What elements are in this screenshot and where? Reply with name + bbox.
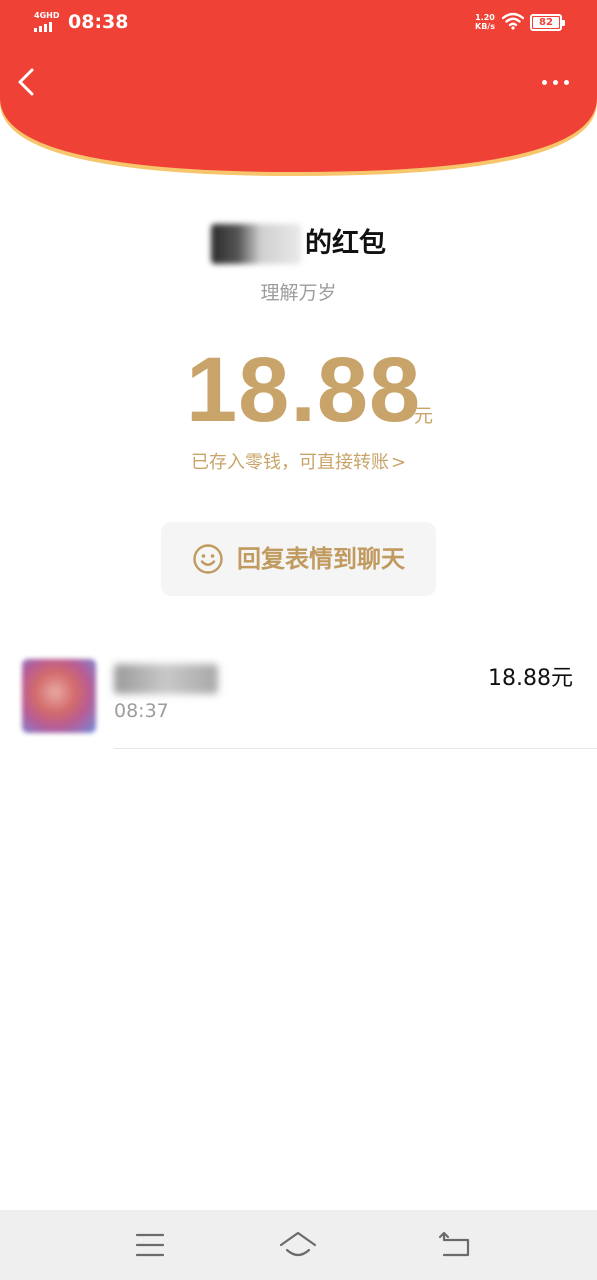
- chevron-left-icon: [18, 68, 34, 96]
- sender-row: 的红包: [0, 222, 597, 266]
- avatar: [22, 659, 96, 733]
- system-nav-bar: [0, 1210, 597, 1280]
- amount-value: 18.88: [186, 339, 422, 441]
- network-type: 4GHD: [34, 11, 60, 20]
- receiver-name-blurred: [114, 664, 218, 694]
- wifi-icon: [501, 12, 525, 30]
- record-amount: 18.88元: [488, 666, 573, 691]
- battery-level: 82: [533, 17, 559, 28]
- home-icon: [279, 1231, 317, 1257]
- wallet-note: 已存入零钱，可直接转账: [190, 452, 389, 473]
- list-item[interactable]: 08:37 18.88元: [0, 650, 597, 750]
- back-nav-button[interactable]: [436, 1228, 476, 1262]
- sender-avatar-blurred: [211, 224, 301, 264]
- signal-icon: 4GHD: [34, 11, 62, 32]
- more-dots-icon: [542, 80, 547, 85]
- back-button[interactable]: [10, 60, 46, 104]
- status-time: 08:38: [68, 11, 129, 33]
- greeting-message: 理解万岁: [260, 282, 337, 304]
- reply-sticker-label: 回复表情到聊天: [237, 545, 405, 573]
- network-speed: 1.20 KB/s: [472, 13, 498, 31]
- amount-row: 18.88 元: [0, 340, 597, 440]
- status-bar: 4GHD 08:38 1.20 KB/s 82: [0, 0, 597, 44]
- speed-unit: KB/s: [475, 22, 495, 31]
- return-icon: [438, 1231, 470, 1257]
- chevron-right-icon: >: [390, 452, 407, 473]
- battery-icon: 82: [530, 14, 565, 31]
- smile-icon: [193, 544, 223, 574]
- menu-icon: [135, 1233, 165, 1257]
- amount-unit: 元: [414, 405, 434, 427]
- home-button[interactable]: [278, 1228, 318, 1262]
- more-button[interactable]: [532, 66, 580, 98]
- sender-title: 的红包: [305, 228, 386, 259]
- record-time: 08:37: [114, 700, 169, 722]
- speed-value: 1.20: [475, 13, 495, 22]
- menu-button[interactable]: [130, 1228, 170, 1262]
- wallet-link[interactable]: 已存入零钱，可直接转账 >: [0, 448, 597, 478]
- reply-sticker-button[interactable]: 回复表情到聊天: [161, 522, 436, 596]
- divider: [114, 748, 597, 749]
